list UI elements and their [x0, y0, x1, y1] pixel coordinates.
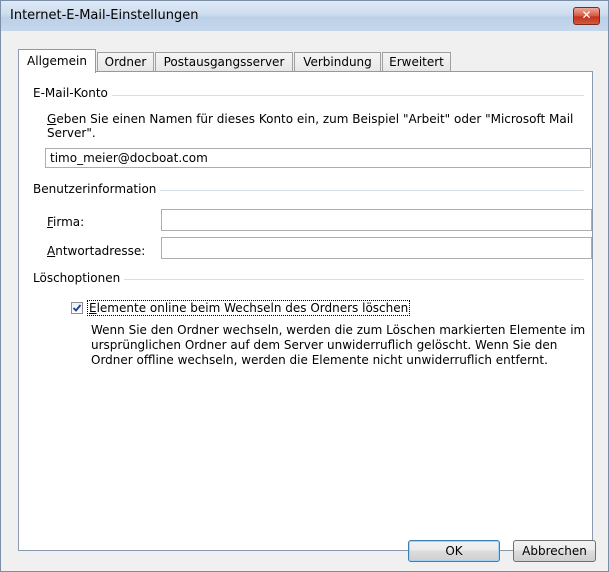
tab-panel-allgemein: E-Mail-Konto Geben Sie einen Namen für d… — [18, 71, 593, 551]
description-line-2: Server". — [47, 126, 96, 140]
close-button[interactable]: ✕ — [573, 7, 600, 25]
company-label: Firma: — [47, 215, 84, 229]
focus-rectangle: Elemente online beim Wechseln des Ordner… — [87, 300, 411, 316]
reply-address-label: Antwortadresse: — [47, 244, 145, 258]
tab-erweitert[interactable]: Erweitert — [382, 52, 451, 72]
dialog-window: Internet-E-Mail-Einstellungen ✕ Allgemei… — [0, 0, 609, 572]
tab-postausgangsserver[interactable]: Postausgangsserver — [155, 52, 293, 72]
title-bar[interactable]: Internet-E-Mail-Einstellungen ✕ — [1, 1, 608, 31]
ok-button[interactable]: OK — [408, 540, 500, 562]
purge-on-switch-label[interactable]: Elemente online beim Wechseln des Ordner… — [87, 300, 411, 316]
group-title-delete-options: Löschoptionen — [33, 271, 125, 285]
purge-on-switch-checkbox[interactable] — [71, 302, 83, 314]
account-name-input[interactable]: timo_meier@docboat.com — [45, 148, 591, 168]
group-title-email-account: E-Mail-Konto — [33, 86, 112, 100]
company-label-text: irma: — [53, 215, 85, 229]
accelerator-letter: A — [47, 244, 56, 258]
explanation-line: Wenn Sie den Ordner wechseln, werden die… — [91, 323, 586, 337]
group-divider — [33, 95, 584, 96]
explanation-line: ursprünglichen Ordner auf dem Server unw… — [91, 338, 558, 352]
company-input[interactable] — [161, 209, 592, 231]
checkbox-label-text: lemente online beim Wechseln des Ordners… — [96, 301, 409, 315]
cancel-button[interactable]: Abbrechen — [513, 540, 596, 562]
tab-ordner[interactable]: Ordner — [97, 52, 154, 72]
accelerator-letter: G — [47, 112, 57, 126]
close-icon: ✕ — [581, 8, 592, 22]
tab-allgemein[interactable]: Allgemein — [18, 49, 96, 73]
accelerator-letter: E — [89, 301, 97, 315]
window-title: Internet-E-Mail-Einstellungen — [10, 8, 199, 23]
reply-address-input[interactable] — [161, 237, 592, 259]
checkmark-icon — [72, 304, 82, 312]
account-name-description: Geben Sie einen Namen für dieses Konto e… — [47, 112, 587, 140]
description-line-1: eben Sie einen Namen für dieses Konto ei… — [56, 112, 574, 126]
reply-address-label-text: ntwortadresse: — [55, 244, 146, 258]
tab-verbindung[interactable]: Verbindung — [294, 52, 381, 72]
explanation-line: Ordner offline wechseln, werden die Elem… — [91, 353, 548, 367]
delete-explanation: Wenn Sie den Ordner wechseln, werden die… — [91, 323, 591, 368]
group-title-user-info: Benutzerinformation — [33, 182, 161, 196]
